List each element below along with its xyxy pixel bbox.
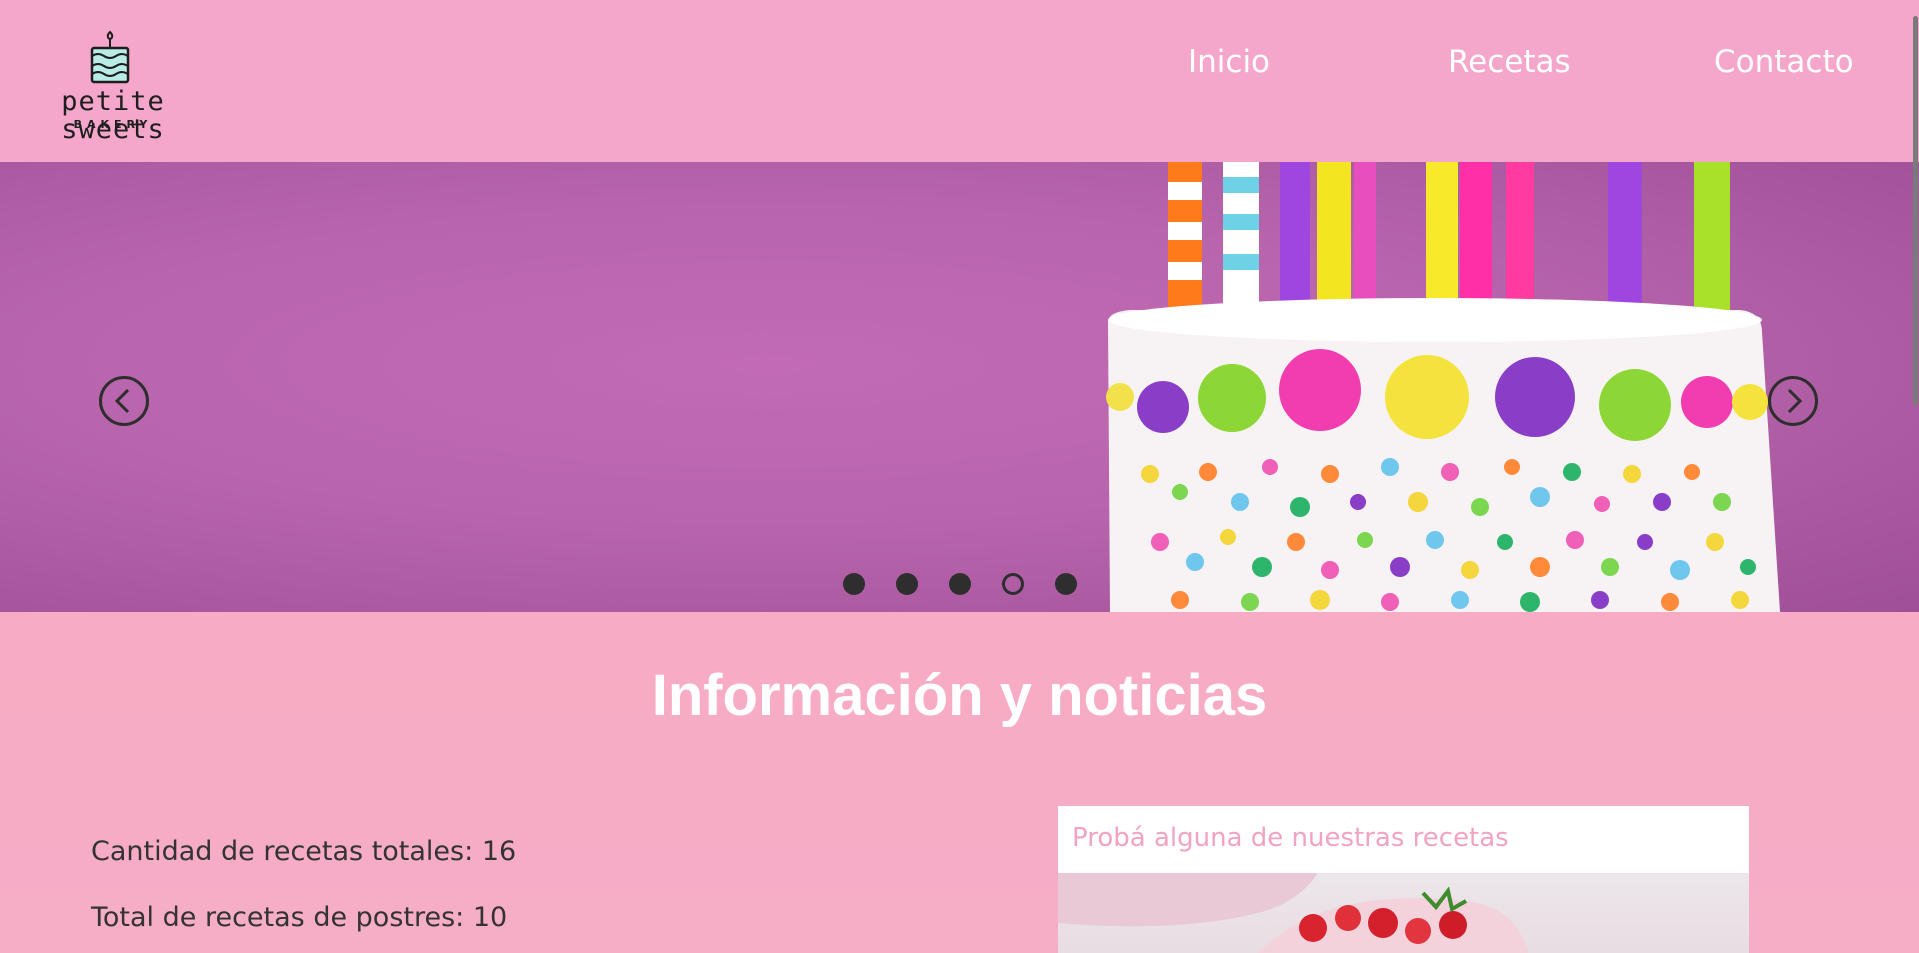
scrollbar-thumb[interactable] — [1913, 16, 1918, 406]
carousel-dot-3[interactable] — [949, 573, 971, 595]
stat-dessert-recipes: Total de recetas de postres: 10 — [91, 902, 507, 933]
carousel-dot-2[interactable] — [896, 573, 918, 595]
info-section: Información y noticias Cantidad de recet… — [0, 612, 1919, 953]
candles — [1168, 162, 1730, 312]
page-scrollbar[interactable] — [1911, 0, 1919, 953]
stat-value: 10 — [472, 902, 508, 933]
recipe-card[interactable]: Probá alguna de nuestras recetas — [1058, 806, 1749, 953]
brand-logo[interactable]: petite sweets BAKERY — [28, 30, 198, 144]
carousel-dot-4[interactable] — [1002, 573, 1024, 595]
chevron-left-icon — [114, 388, 130, 414]
site-header: petite sweets BAKERY Inicio Recetas Cont… — [0, 0, 1919, 162]
recipe-image[interactable] — [1058, 873, 1749, 953]
carousel-dot-1[interactable] — [843, 573, 865, 595]
brand-subtitle: BAKERY — [73, 118, 153, 131]
nav-link-recetas[interactable]: Recetas — [1448, 44, 1571, 80]
card-title: Probá alguna de nuestras recetas — [1072, 823, 1509, 853]
cake-icon — [90, 30, 130, 84]
carousel-dot-5[interactable] — [1055, 573, 1077, 595]
hero-image — [0, 162, 1919, 612]
stat-total-recipes: Cantidad de recetas totales: 16 — [91, 836, 516, 867]
brand-name: petite sweets — [61, 86, 165, 145]
stat-label: Cantidad de recetas totales: — [91, 836, 474, 867]
stat-value: 16 — [481, 836, 517, 867]
chevron-right-icon — [1787, 388, 1803, 414]
carousel-next-button[interactable] — [1768, 376, 1818, 426]
nav-link-inicio[interactable]: Inicio — [1188, 44, 1270, 80]
stat-label: Total de recetas de postres: — [91, 902, 465, 933]
nav-link-contacto[interactable]: Contacto — [1714, 44, 1854, 80]
carousel-prev-button[interactable] — [99, 376, 149, 426]
section-title: Información y noticias — [651, 663, 1268, 728]
hero-carousel — [0, 162, 1919, 612]
